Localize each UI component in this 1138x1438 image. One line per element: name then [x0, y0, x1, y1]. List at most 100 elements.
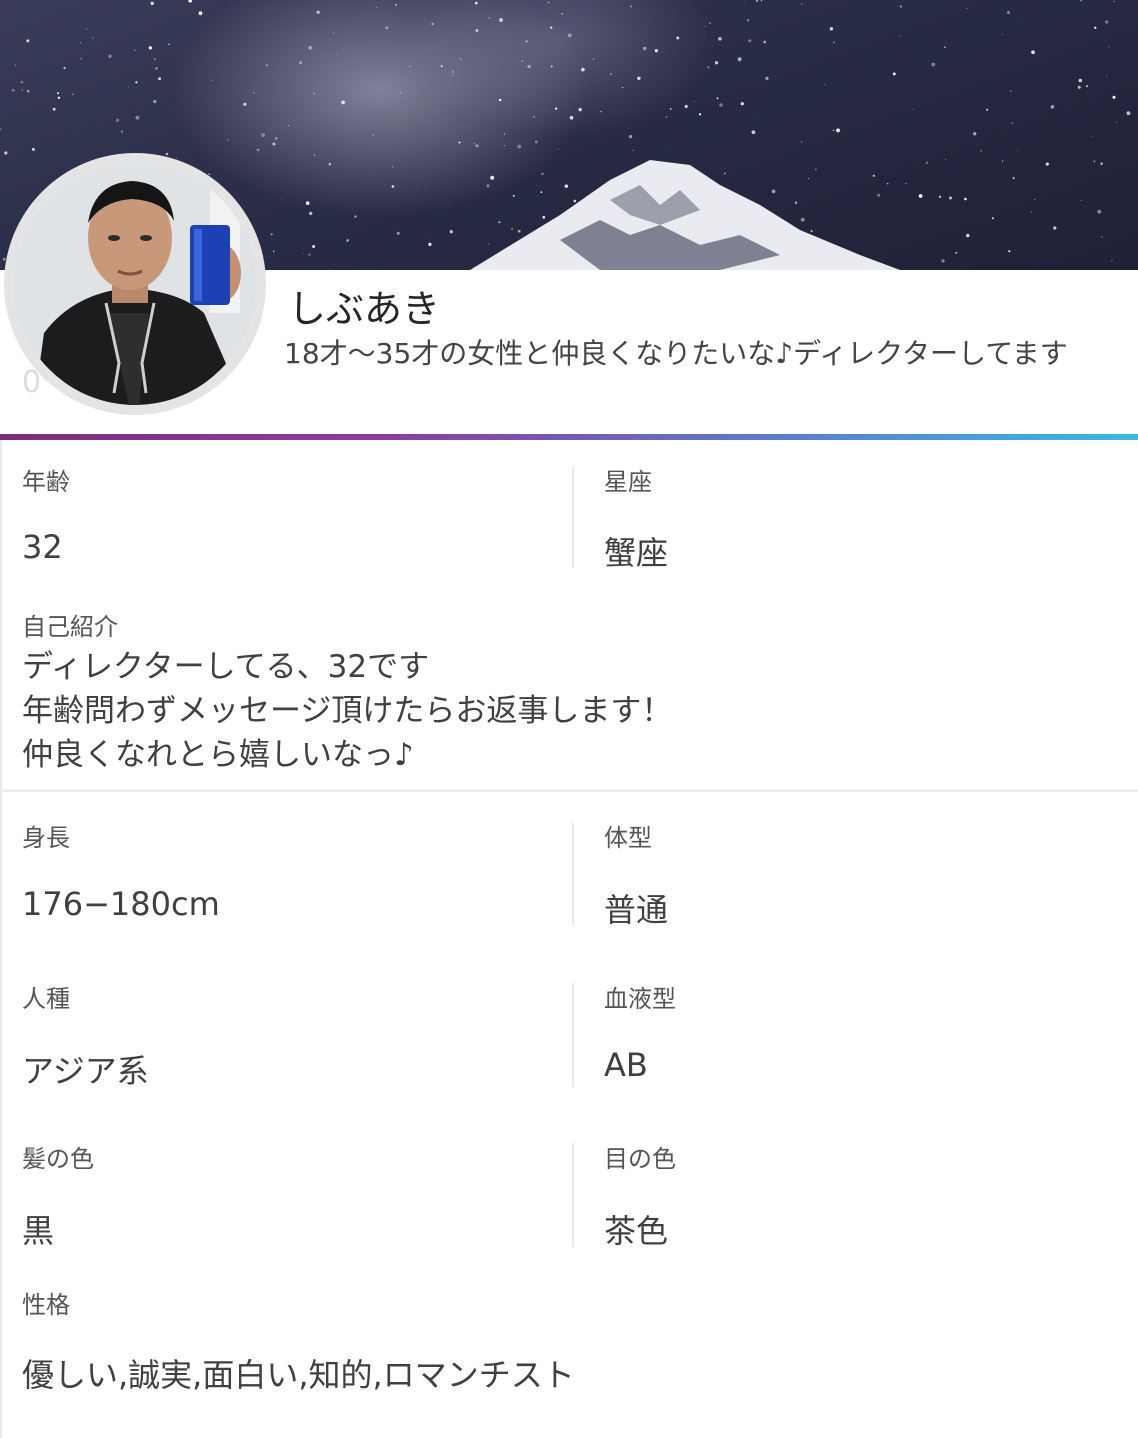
star — [1104, 20, 1109, 24]
star — [211, 80, 213, 82]
star — [256, 148, 260, 152]
age-label: 年齢 — [22, 468, 70, 496]
star — [1053, 226, 1057, 230]
star — [226, 138, 229, 141]
profile-name: しぶあき — [288, 287, 441, 331]
star — [459, 58, 462, 61]
star — [1001, 160, 1004, 162]
star — [503, 145, 505, 147]
ethnicity-label: 人種 — [22, 985, 70, 1013]
star — [120, 130, 123, 133]
star — [4, 151, 8, 155]
column-divider — [572, 1143, 574, 1247]
star — [308, 253, 311, 256]
star — [824, 84, 826, 86]
star — [308, 46, 312, 50]
star — [801, 3, 803, 5]
eye-color-value: 茶色 — [604, 1212, 669, 1250]
star — [744, 1, 746, 3]
star — [719, 103, 723, 107]
star — [555, 107, 558, 110]
star — [1078, 78, 1083, 83]
star — [698, 113, 702, 116]
column-divider — [572, 822, 574, 926]
star — [486, 184, 490, 188]
star — [428, 242, 432, 247]
star — [986, 108, 989, 111]
avatar-photo — [14, 163, 256, 405]
star — [666, 116, 668, 118]
star — [396, 231, 400, 235]
star — [86, 28, 88, 30]
star — [316, 10, 320, 14]
star — [1007, 11, 1010, 14]
star — [632, 149, 634, 151]
star — [148, 46, 153, 50]
star — [1016, 150, 1019, 152]
star — [57, 96, 61, 99]
star — [305, 201, 310, 205]
star — [1012, 177, 1015, 180]
star — [392, 166, 394, 168]
star — [80, 58, 82, 60]
star — [771, 189, 776, 194]
star — [709, 21, 712, 24]
star — [168, 43, 170, 46]
zodiac-value: 蟹座 — [604, 534, 669, 572]
ethnicity-value: アジア系 — [22, 1052, 149, 1090]
star — [1091, 135, 1093, 137]
star — [0, 127, 2, 131]
star — [26, 39, 30, 43]
star — [966, 7, 968, 9]
star — [451, 70, 455, 74]
star — [543, 109, 545, 111]
star — [765, 76, 769, 81]
star — [261, 133, 266, 137]
star — [452, 74, 453, 76]
star — [955, 251, 958, 254]
star — [794, 201, 798, 204]
star — [287, 125, 290, 127]
star — [912, 108, 914, 110]
star — [328, 162, 332, 166]
star — [609, 72, 612, 75]
star — [1008, 250, 1011, 253]
star — [21, 89, 23, 91]
star — [760, 0, 763, 2]
left-border — [0, 440, 2, 1438]
avatar[interactable] — [14, 163, 256, 405]
star — [943, 46, 946, 49]
star — [716, 97, 719, 100]
star — [335, 53, 337, 55]
star — [581, 67, 585, 72]
star — [966, 233, 970, 238]
star — [630, 5, 633, 8]
star — [188, 0, 192, 3]
star — [810, 230, 813, 233]
star — [938, 195, 942, 199]
star — [108, 54, 112, 58]
star — [557, 148, 559, 150]
body-type-value: 普通 — [604, 891, 669, 929]
star — [270, 233, 273, 236]
star — [800, 217, 805, 222]
star — [578, 107, 582, 112]
star — [458, 141, 461, 144]
star — [1111, 259, 1113, 262]
personality-value: 優しい,誠実,面白い,知的,ロマンチスト — [22, 1356, 575, 1394]
star — [150, 1, 154, 5]
star — [341, 100, 345, 105]
star — [637, 76, 641, 81]
star — [488, 17, 490, 19]
star — [1112, 95, 1116, 99]
star — [1126, 111, 1131, 116]
star — [991, 217, 994, 220]
star — [564, 184, 568, 188]
star — [135, 115, 140, 120]
star — [431, 22, 434, 26]
star — [569, 115, 574, 120]
star — [475, 29, 479, 32]
star — [550, 65, 553, 68]
star — [1045, 162, 1049, 166]
star — [829, 27, 834, 31]
